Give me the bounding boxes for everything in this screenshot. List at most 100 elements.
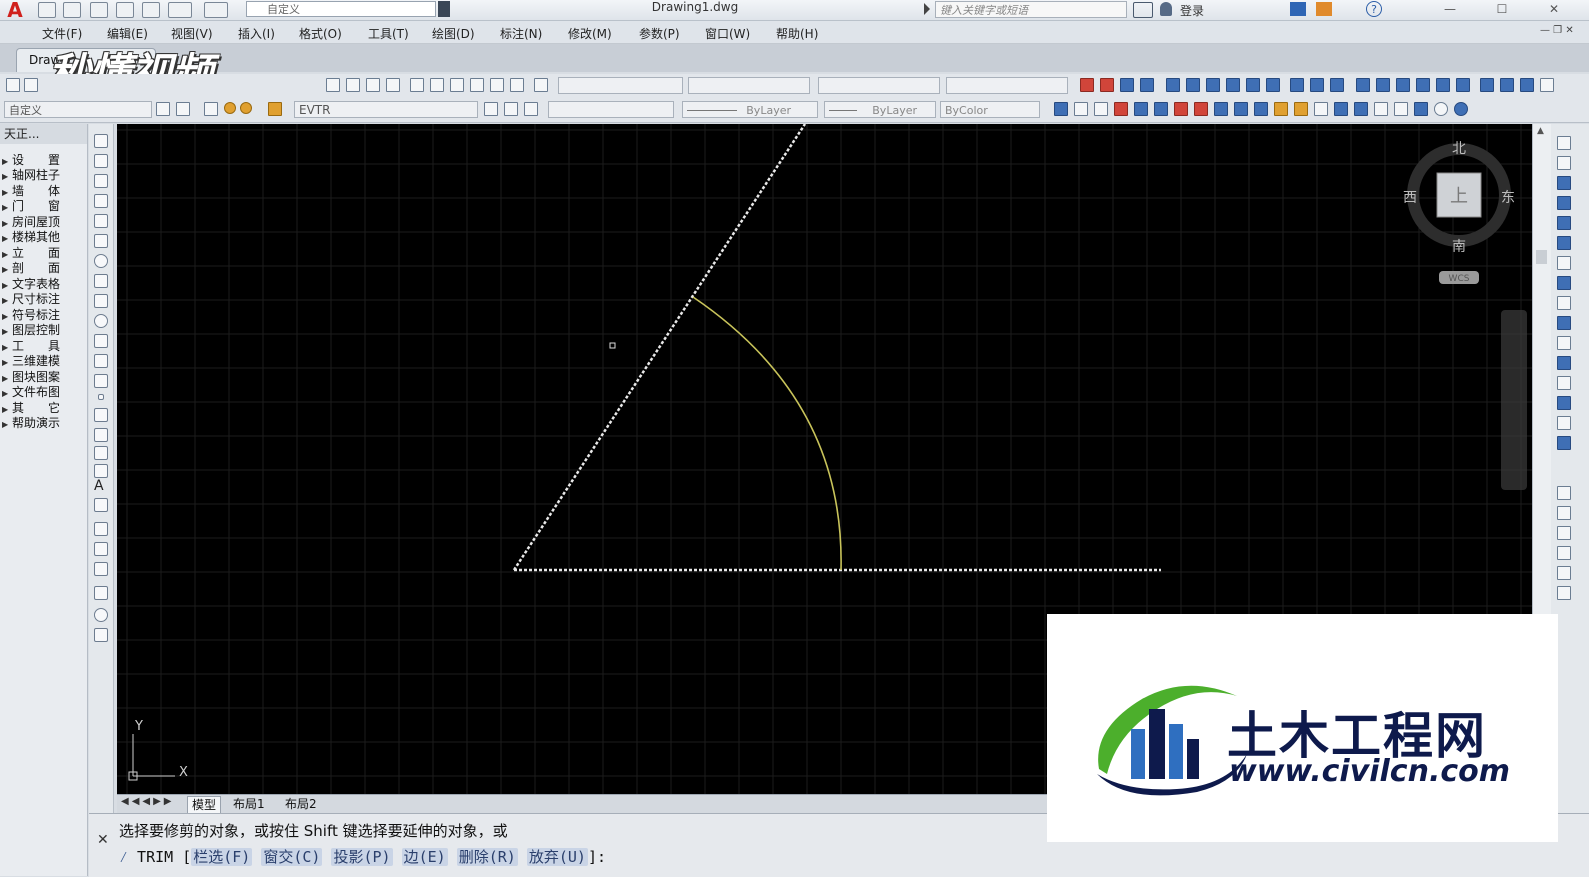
menu-view[interactable]: 视图(V) [171, 25, 213, 42]
tangent-text-icon[interactable] [1414, 102, 1428, 116]
snap-icon[interactable] [1100, 78, 1114, 92]
quick-dim-icon[interactable] [1310, 78, 1324, 92]
viewcube-west[interactable]: 西 [1403, 190, 1417, 206]
offset-icon[interactable] [1557, 196, 1571, 210]
arc-icon[interactable] [94, 234, 108, 248]
layer-previous-icon[interactable] [524, 102, 538, 116]
grid-icon[interactable] [1080, 78, 1094, 92]
workspace-select[interactable]: 自定义 [246, 1, 436, 17]
navigation-bar[interactable] [1501, 310, 1527, 490]
ortho-icon[interactable] [1120, 78, 1134, 92]
move-icon[interactable] [1557, 236, 1571, 250]
dim-diameter-icon[interactable] [1266, 78, 1280, 92]
viewcube-south[interactable]: 南 [1452, 239, 1466, 255]
construction-line-icon[interactable] [94, 154, 108, 168]
modify-move-icon[interactable] [94, 628, 108, 642]
tolerance-icon[interactable] [1416, 78, 1430, 92]
layer-lock-icon[interactable] [268, 102, 282, 116]
open-icon[interactable] [24, 78, 38, 92]
layer-select[interactable]: EVTR [294, 101, 478, 118]
zoom-previous-icon[interactable] [386, 78, 400, 92]
spline-icon[interactable] [94, 294, 108, 308]
dim-radius-icon[interactable] [1246, 78, 1260, 92]
plotstyle-select[interactable]: ByColor [940, 101, 1040, 118]
make-block-icon[interactable] [94, 374, 108, 388]
revision-cloud-icon[interactable] [94, 274, 108, 288]
side-menu-item-settings[interactable]: ▶ 设 置 [2, 153, 60, 169]
tangent-tool4-icon[interactable] [1114, 102, 1128, 116]
lineweight-select[interactable]: ByLayer [824, 101, 936, 118]
tangent-tool7-icon[interactable] [1174, 102, 1188, 116]
side-menu-item-section[interactable]: ▶ 剖 面 [2, 261, 60, 277]
multileader-style-select[interactable] [946, 77, 1068, 94]
hatch-icon[interactable] [94, 408, 108, 422]
side-menu-item-tools[interactable]: ▶ 工 具 [2, 339, 60, 355]
new-file-icon[interactable] [38, 2, 56, 18]
tangent-tool13-icon[interactable] [1294, 102, 1308, 116]
dim-angular-icon[interactable] [1290, 78, 1304, 92]
side-menu-item-wall[interactable]: ▶ 墙 体 [2, 184, 60, 200]
side-menu-item-symbol[interactable]: ▶ 符号标注 [2, 308, 60, 324]
open-file-icon[interactable] [63, 2, 81, 18]
scroll-thumb[interactable] [1536, 250, 1547, 264]
region-icon[interactable] [94, 446, 108, 460]
connect-icon[interactable] [1316, 2, 1332, 16]
scroll-up-icon[interactable]: ▲ [1537, 126, 1544, 136]
viewcube-east[interactable]: 东 [1501, 190, 1515, 206]
break-icon[interactable] [1557, 356, 1571, 370]
redo-icon[interactable] [204, 2, 228, 18]
insert-block-icon[interactable] [94, 354, 108, 368]
menu-dimension[interactable]: 标注(N) [500, 25, 542, 42]
table-style-select[interactable] [818, 77, 940, 94]
rotate-icon[interactable] [1557, 256, 1571, 270]
dim-tool2-icon[interactable] [1557, 506, 1571, 520]
dim-text-edit-icon[interactable] [1520, 78, 1534, 92]
polygon-icon[interactable] [94, 194, 108, 208]
make-current-layer-icon[interactable] [484, 102, 498, 116]
menu-modify[interactable]: 修改(M) [568, 25, 612, 42]
trim-icon[interactable] [1557, 316, 1571, 330]
erase-icon[interactable] [1557, 136, 1571, 150]
tangent-target-icon[interactable] [1434, 102, 1448, 116]
doc-window-controls[interactable]: — ❐ ✕ [1540, 25, 1574, 36]
array-icon[interactable] [1557, 216, 1571, 230]
zoom-window-icon[interactable] [366, 78, 380, 92]
layer-match-icon[interactable] [504, 102, 518, 116]
tangent-tool5-icon[interactable] [1134, 102, 1148, 116]
circle-icon[interactable] [94, 254, 108, 268]
close-window-icon[interactable]: ✕ [1534, 0, 1574, 18]
sheet-set-icon[interactable] [470, 78, 484, 92]
command-close-icon[interactable]: ✕ [97, 832, 109, 848]
tangent-tool8-icon[interactable] [1194, 102, 1208, 116]
dim-aligned-icon[interactable] [1186, 78, 1200, 92]
tangent-tool17-icon[interactable] [1374, 102, 1388, 116]
jogged-linear-icon[interactable] [1480, 78, 1494, 92]
side-menu-item-text-table[interactable]: ▶ 文字表格 [2, 277, 60, 293]
new-icon[interactable] [6, 78, 20, 92]
diagonal-line[interactable] [512, 124, 807, 571]
menu-draw[interactable]: 绘图(D) [432, 25, 475, 42]
tangent-tool15-icon[interactable] [1334, 102, 1348, 116]
minimize-icon[interactable]: — [1430, 0, 1470, 18]
tangent-info-icon[interactable] [1454, 102, 1468, 116]
menu-parametric[interactable]: 参数(P) [639, 25, 680, 42]
tangent-tool3-icon[interactable] [1094, 102, 1108, 116]
menu-tools[interactable]: 工具(T) [368, 25, 409, 42]
trim-arc[interactable] [692, 296, 842, 571]
modify-array-icon[interactable] [94, 608, 108, 622]
pan-icon[interactable] [326, 78, 340, 92]
menu-file[interactable]: 文件(F) [42, 25, 82, 42]
dim-update-icon[interactable] [1540, 78, 1554, 92]
table-icon[interactable] [94, 464, 108, 478]
maximize-icon[interactable]: ☐ [1482, 0, 1522, 18]
side-menu-item-room-roof[interactable]: ▶ 房间屋顶 [2, 215, 60, 231]
fillet-icon[interactable] [1557, 416, 1571, 430]
zoom-realtime-icon[interactable] [346, 78, 360, 92]
side-menu-item-door-window[interactable]: ▶ 门 窗 [2, 199, 60, 215]
tangent-tool10-icon[interactable] [1234, 102, 1248, 116]
tangent-tool12-icon[interactable] [1274, 102, 1288, 116]
workspace-settings-icon[interactable] [156, 102, 170, 116]
linetype-select[interactable]: ByLayer [682, 101, 818, 118]
modify-offset-icon[interactable] [94, 586, 108, 600]
side-menu-item-other[interactable]: ▶ 其 它 [2, 401, 60, 417]
